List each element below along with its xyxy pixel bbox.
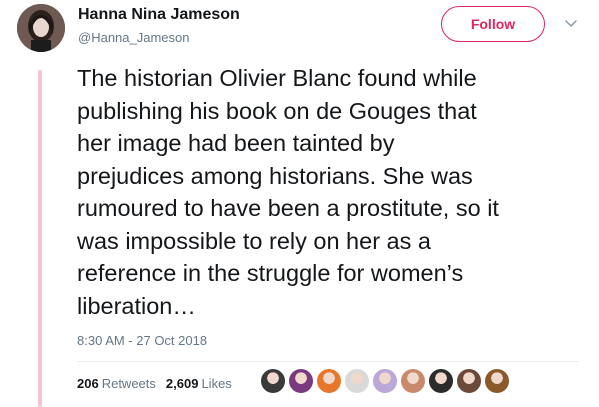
chevron-down-icon[interactable] bbox=[564, 16, 578, 30]
engagement-stats: 206 Retweets 2,609 Likes bbox=[77, 376, 242, 391]
liker-avatars bbox=[260, 368, 512, 394]
liker-avatar-7[interactable] bbox=[428, 368, 454, 394]
liker-avatar-8[interactable] bbox=[456, 368, 482, 394]
liker-avatar-1[interactable] bbox=[260, 368, 286, 394]
author-handle[interactable]: @Hanna_Jameson bbox=[78, 30, 189, 45]
author-name[interactable]: Hanna Nina Jameson bbox=[78, 6, 240, 24]
liker-avatar-3[interactable] bbox=[316, 368, 342, 394]
tweet-text: The historian Olivier Blanc found while … bbox=[77, 65, 499, 319]
tweet-card: Hanna Nina Jameson @Hanna_Jameson Follow… bbox=[0, 0, 599, 407]
likes-label: Likes bbox=[201, 376, 232, 391]
liker-avatar-5[interactable] bbox=[372, 368, 398, 394]
tweet-timestamp[interactable]: 8:30 AM - 27 Oct 2018 bbox=[77, 333, 207, 348]
liker-avatar-2[interactable] bbox=[288, 368, 314, 394]
author-avatar[interactable] bbox=[17, 4, 65, 52]
thread-line bbox=[38, 70, 42, 407]
likes-count: 2,609 bbox=[165, 376, 199, 391]
liker-avatar-4[interactable] bbox=[344, 368, 370, 394]
liker-avatar-9[interactable] bbox=[484, 368, 510, 394]
liker-avatar-6[interactable] bbox=[400, 368, 426, 394]
retweets-count: 206 bbox=[77, 376, 99, 391]
likes-stat[interactable]: 2,609 Likes bbox=[166, 376, 232, 391]
retweets-stat[interactable]: 206 Retweets bbox=[77, 376, 156, 391]
profile-photo-icon bbox=[17, 4, 65, 52]
divider bbox=[77, 361, 579, 362]
follow-button[interactable]: Follow bbox=[441, 6, 545, 42]
retweets-label: Retweets bbox=[101, 376, 156, 391]
